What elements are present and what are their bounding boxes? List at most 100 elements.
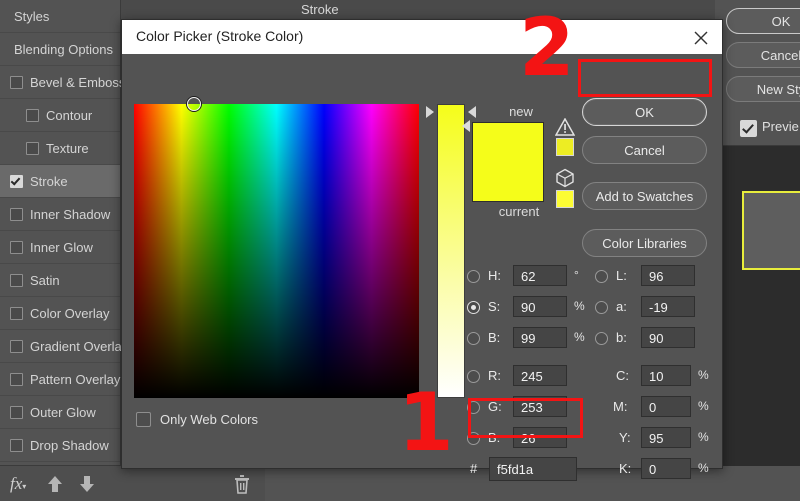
input-lab-b[interactable]: 90 (641, 327, 695, 348)
styles-item-label: Inner Glow (30, 240, 93, 255)
color-field-cursor[interactable] (186, 96, 202, 112)
styles-item-pattern-overlay[interactable]: Pattern Overlay (0, 363, 120, 396)
checkbox-icon[interactable] (10, 241, 23, 255)
layer-preview-pane (716, 145, 800, 466)
only-web-colors-checkbox[interactable] (136, 412, 151, 428)
slider-marker-left-icon[interactable] (426, 106, 434, 118)
layer-preview-thumbnail (742, 191, 800, 270)
web-safe-color-swatch[interactable] (556, 190, 574, 208)
styles-item-label: Drop Shadow (30, 438, 109, 453)
styles-item-gradient-overlay[interactable]: Gradient Overlay (0, 330, 128, 363)
input-hue[interactable]: 62 (513, 265, 567, 286)
styles-item-satin[interactable]: Satin (0, 264, 120, 297)
checkbox-icon[interactable] (10, 373, 23, 387)
unit-brightness: % (574, 330, 585, 344)
color-field-gradient[interactable] (134, 104, 419, 398)
radio-red[interactable] (467, 370, 480, 383)
radio-hue[interactable] (467, 270, 480, 283)
checkbox-icon[interactable] (10, 76, 23, 90)
label-yellow: Y: (619, 430, 631, 445)
styles-item-drop-shadow[interactable]: Drop Shadow (0, 429, 120, 462)
in-gamut-color-swatch[interactable] (556, 138, 574, 156)
styles-item-contour[interactable]: Contour (0, 99, 120, 132)
slider-marker-right-icon[interactable] (468, 106, 476, 118)
layerstyle-ok-button[interactable]: OK (726, 8, 800, 34)
hex-prefix: # (470, 461, 478, 476)
color-field[interactable] (134, 96, 419, 398)
radio-lab-l[interactable] (595, 270, 608, 283)
checkbox-icon[interactable] (10, 307, 23, 321)
add-to-swatches-button[interactable]: Add to Swatches (582, 182, 707, 210)
styles-item-bevel-emboss[interactable]: Bevel & Emboss (0, 66, 125, 99)
styles-item-styles[interactable]: Styles (0, 0, 120, 33)
preview-label: Previe (762, 119, 799, 134)
layerstyle-new-style-button[interactable]: New Sty (726, 76, 800, 102)
checkbox-icon[interactable] (26, 109, 39, 123)
fx-icon[interactable]: fx▾ (10, 473, 32, 495)
styles-item-blending-options[interactable]: Blending Options (0, 33, 120, 66)
styles-item-outer-glow[interactable]: Outer Glow (0, 396, 120, 429)
input-lab-l[interactable]: 96 (641, 265, 695, 286)
arrow-down-icon[interactable] (76, 473, 98, 495)
label-cyan: C: (616, 368, 629, 383)
color-comparison-swatch[interactable] (472, 122, 544, 202)
input-red[interactable]: 245 (513, 365, 567, 386)
label-hue: H: (488, 268, 501, 283)
color-picker-cancel-button[interactable]: Cancel (582, 136, 707, 164)
styles-list[interactable]: Styles Blending Options Bevel & Emboss C… (0, 0, 128, 495)
styles-item-label: Bevel & Emboss (30, 75, 126, 90)
color-picker-ok-button[interactable]: OK (582, 98, 707, 126)
label-lab-a: a: (616, 299, 627, 314)
close-icon[interactable] (680, 20, 722, 54)
new-color-label: new (509, 104, 533, 119)
new-color-swatch[interactable] (473, 123, 543, 201)
unit-magenta: % (698, 399, 709, 413)
only-web-colors-row[interactable]: Only Web Colors (136, 411, 259, 428)
only-web-colors-label: Only Web Colors (160, 412, 259, 428)
styles-item-inner-glow[interactable]: Inner Glow (0, 231, 120, 264)
annotation-step-1: 1 (398, 376, 454, 469)
checkbox-icon[interactable] (10, 274, 23, 288)
input-lab-a[interactable]: -19 (641, 296, 695, 317)
styles-item-texture[interactable]: Texture (0, 132, 120, 165)
radio-brightness[interactable] (467, 332, 480, 345)
label-lab-l: L: (616, 268, 627, 283)
styles-item-label: Satin (30, 273, 60, 288)
radio-saturation[interactable] (467, 301, 480, 314)
styles-item-label: Color Overlay (30, 306, 110, 321)
arrow-up-icon[interactable] (44, 473, 66, 495)
color-libraries-button[interactable]: Color Libraries (582, 229, 707, 257)
input-black[interactable]: 0 (641, 458, 691, 479)
input-cyan[interactable]: 10 (641, 365, 691, 386)
input-saturation[interactable]: 90 (513, 296, 567, 317)
styles-item-inner-shadow[interactable]: Inner Shadow (0, 198, 120, 231)
input-brightness[interactable]: 99 (513, 327, 567, 348)
checkbox-icon[interactable] (10, 439, 23, 453)
preview-checkbox[interactable] (740, 120, 757, 137)
styles-item-label: Blending Options (14, 42, 114, 57)
styles-item-color-overlay[interactable]: Color Overlay (0, 297, 120, 330)
layer-effects-toolbar: fx▾ (0, 465, 265, 501)
trash-icon[interactable] (232, 473, 254, 495)
unit-black: % (698, 461, 709, 475)
checkbox-icon[interactable] (26, 142, 39, 156)
unit-saturation: % (574, 299, 585, 313)
warning-triangle-icon[interactable] (554, 117, 576, 136)
input-yellow[interactable]: 95 (641, 427, 691, 448)
radio-lab-a[interactable] (595, 301, 608, 314)
input-magenta[interactable]: 0 (641, 396, 691, 417)
web-cube-icon[interactable] (555, 168, 575, 188)
layerstyle-cancel-button[interactable]: Cancel (726, 42, 800, 68)
checkbox-icon[interactable] (10, 340, 23, 354)
input-hex[interactable]: f5fd1a (489, 457, 577, 481)
styles-item-stroke[interactable]: Stroke (0, 165, 120, 198)
checkbox-icon[interactable] (10, 208, 23, 222)
styles-item-label: Outer Glow (30, 405, 96, 420)
color-slider[interactable] (437, 104, 465, 398)
stroke-section-title: Stroke (301, 2, 339, 17)
checkbox-icon[interactable] (10, 406, 23, 420)
styles-item-label: Styles (14, 9, 50, 24)
radio-lab-b[interactable] (595, 332, 608, 345)
label-red: R: (488, 368, 501, 383)
checkbox-icon[interactable] (10, 175, 23, 189)
